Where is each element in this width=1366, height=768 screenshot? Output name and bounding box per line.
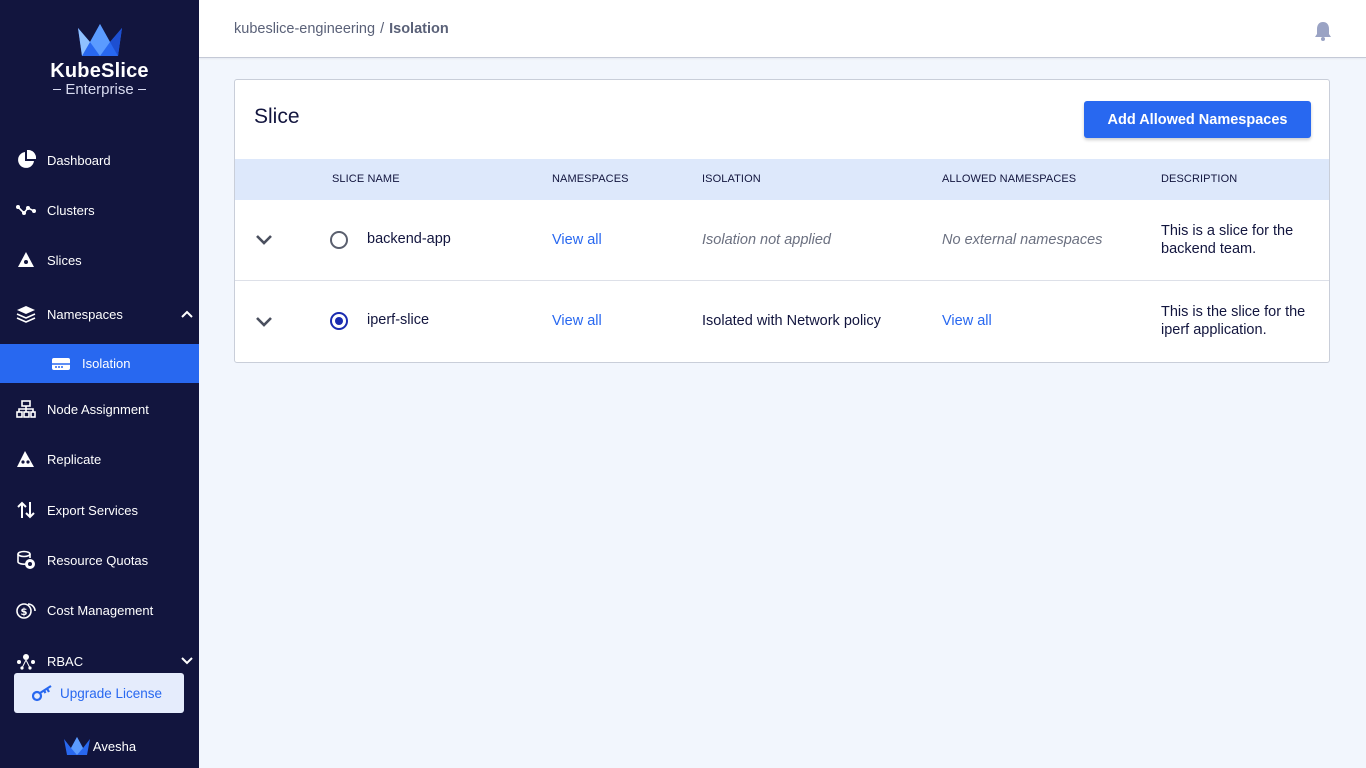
sidebar-item-label: Namespaces <box>47 306 123 322</box>
avesha-crown-icon <box>63 737 90 755</box>
column-header-namespaces: NAMESPACES <box>552 173 629 185</box>
sidebar-item-dashboard[interactable]: Dashboard <box>0 140 199 180</box>
isolation-status: Isolated with Network policy <box>702 313 881 329</box>
brand-title: KubeSlice <box>50 60 149 82</box>
breadcrumb: kubeslice-engineering / Isolation <box>234 21 449 37</box>
chevron-down-icon[interactable] <box>181 653 193 668</box>
breadcrumb-parent[interactable]: kubeslice-engineering <box>234 21 375 37</box>
sidebar-item-node-assignment[interactable]: Node Assignment <box>0 389 199 429</box>
brand-subtitle: Enterprise <box>0 81 199 98</box>
table-header: SLICE NAME NAMESPACES ISOLATION ALLOWED … <box>235 159 1329 200</box>
slice-card: Slice Add Allowed Namespaces SLICE NAME … <box>234 79 1330 363</box>
expand-chevron-icon[interactable] <box>255 316 273 332</box>
sidebar-item-resource-quotas[interactable]: Resource Quotas <box>0 540 199 580</box>
sidebar-item-namespaces[interactable]: Namespaces <box>0 294 199 334</box>
slice-icon <box>15 249 37 271</box>
slice-name: iperf-slice <box>367 312 430 328</box>
crown-logo-icon <box>77 24 122 56</box>
sidebar-item-label: Clusters <box>47 202 95 218</box>
sidebar: KubeSlice Enterprise Dashboard Clusters … <box>0 0 199 768</box>
rbac-icon <box>15 650 37 672</box>
slice-radio-selected[interactable] <box>330 312 348 330</box>
sidebar-item-label: Cost Management <box>47 602 154 618</box>
namespaces-view-all-link[interactable]: View all <box>552 313 602 329</box>
notification-bell-icon[interactable] <box>1314 21 1332 46</box>
column-header-allowed-namespaces: ALLOWED NAMESPACES <box>942 173 1077 185</box>
namespaces-view-all-link[interactable]: View all <box>552 232 602 248</box>
kubeslice-logo[interactable]: KubeSlice Enterprise <box>0 22 199 98</box>
hierarchy-icon <box>15 398 37 420</box>
slice-radio[interactable] <box>330 231 348 249</box>
sidebar-item-label: Slices <box>47 252 82 268</box>
column-header-slice-name: SLICE NAME <box>332 173 400 185</box>
up-down-arrows-icon <box>15 499 37 521</box>
column-header-isolation: ISOLATION <box>702 173 761 185</box>
slice-name: backend-app <box>367 231 451 247</box>
sidebar-item-slices[interactable]: Slices <box>0 240 199 280</box>
server-icon <box>50 353 72 375</box>
upgrade-license-label: Upgrade License <box>60 685 163 701</box>
sidebar-item-label: Node Assignment <box>47 401 149 417</box>
breadcrumb-current: Isolation <box>389 21 449 37</box>
add-allowed-namespaces-button[interactable]: Add Allowed Namespaces <box>1084 101 1311 138</box>
sidebar-item-clusters[interactable]: Clusters <box>0 190 199 230</box>
table-row: backend-app View all Isolation not appli… <box>235 200 1329 281</box>
sidebar-item-replicate[interactable]: Replicate <box>0 439 199 479</box>
isolation-status: Isolation not applied <box>702 232 831 248</box>
expand-chevron-icon[interactable] <box>255 234 273 250</box>
table-row: iperf-slice View all Isolated with Netwo… <box>235 282 1329 363</box>
sidebar-item-label: RBAC <box>47 653 84 669</box>
sidebar-item-label: Isolation <box>82 356 131 371</box>
coins-icon <box>15 549 37 571</box>
slice-description: This is the slice for the iperf applicat… <box>1161 304 1306 338</box>
sidebar-item-label: Resource Quotas <box>47 552 149 568</box>
layers-icon <box>15 303 37 325</box>
breadcrumb-separator: / <box>380 21 385 37</box>
replicate-icon <box>15 448 37 470</box>
column-header-description: DESCRIPTION <box>1161 173 1238 185</box>
key-icon <box>32 684 54 702</box>
allowed-namespaces-view-all-link[interactable]: View all <box>942 313 992 329</box>
dollar-coins-icon: $ <box>15 599 37 621</box>
avesha-logo: Avesha <box>0 736 199 756</box>
sidebar-item-label: Export Services <box>47 502 139 518</box>
top-header: kubeslice-engineering / Isolation <box>199 0 1366 58</box>
sidebar-item-label: Dashboard <box>47 152 111 168</box>
slice-description: This is a slice for the backend team. <box>1161 223 1294 257</box>
svg-text:$: $ <box>21 607 28 618</box>
upgrade-license-button[interactable]: Upgrade License <box>14 673 184 713</box>
allowed-namespaces-value: No external namespaces <box>942 232 1103 248</box>
brand-subtitle-text: Enterprise <box>65 81 134 98</box>
avesha-label: Avesha <box>92 738 137 754</box>
network-nodes-icon <box>15 199 37 221</box>
pie-chart-icon <box>15 149 37 171</box>
sidebar-item-isolation[interactable]: Isolation <box>0 344 199 383</box>
card-title: Slice <box>254 105 300 128</box>
sidebar-item-export-services[interactable]: Export Services <box>0 490 199 530</box>
sidebar-item-label: Replicate <box>47 451 102 467</box>
chevron-up-icon[interactable] <box>181 306 193 321</box>
sidebar-item-cost-management[interactable]: $ Cost Management <box>0 590 199 630</box>
